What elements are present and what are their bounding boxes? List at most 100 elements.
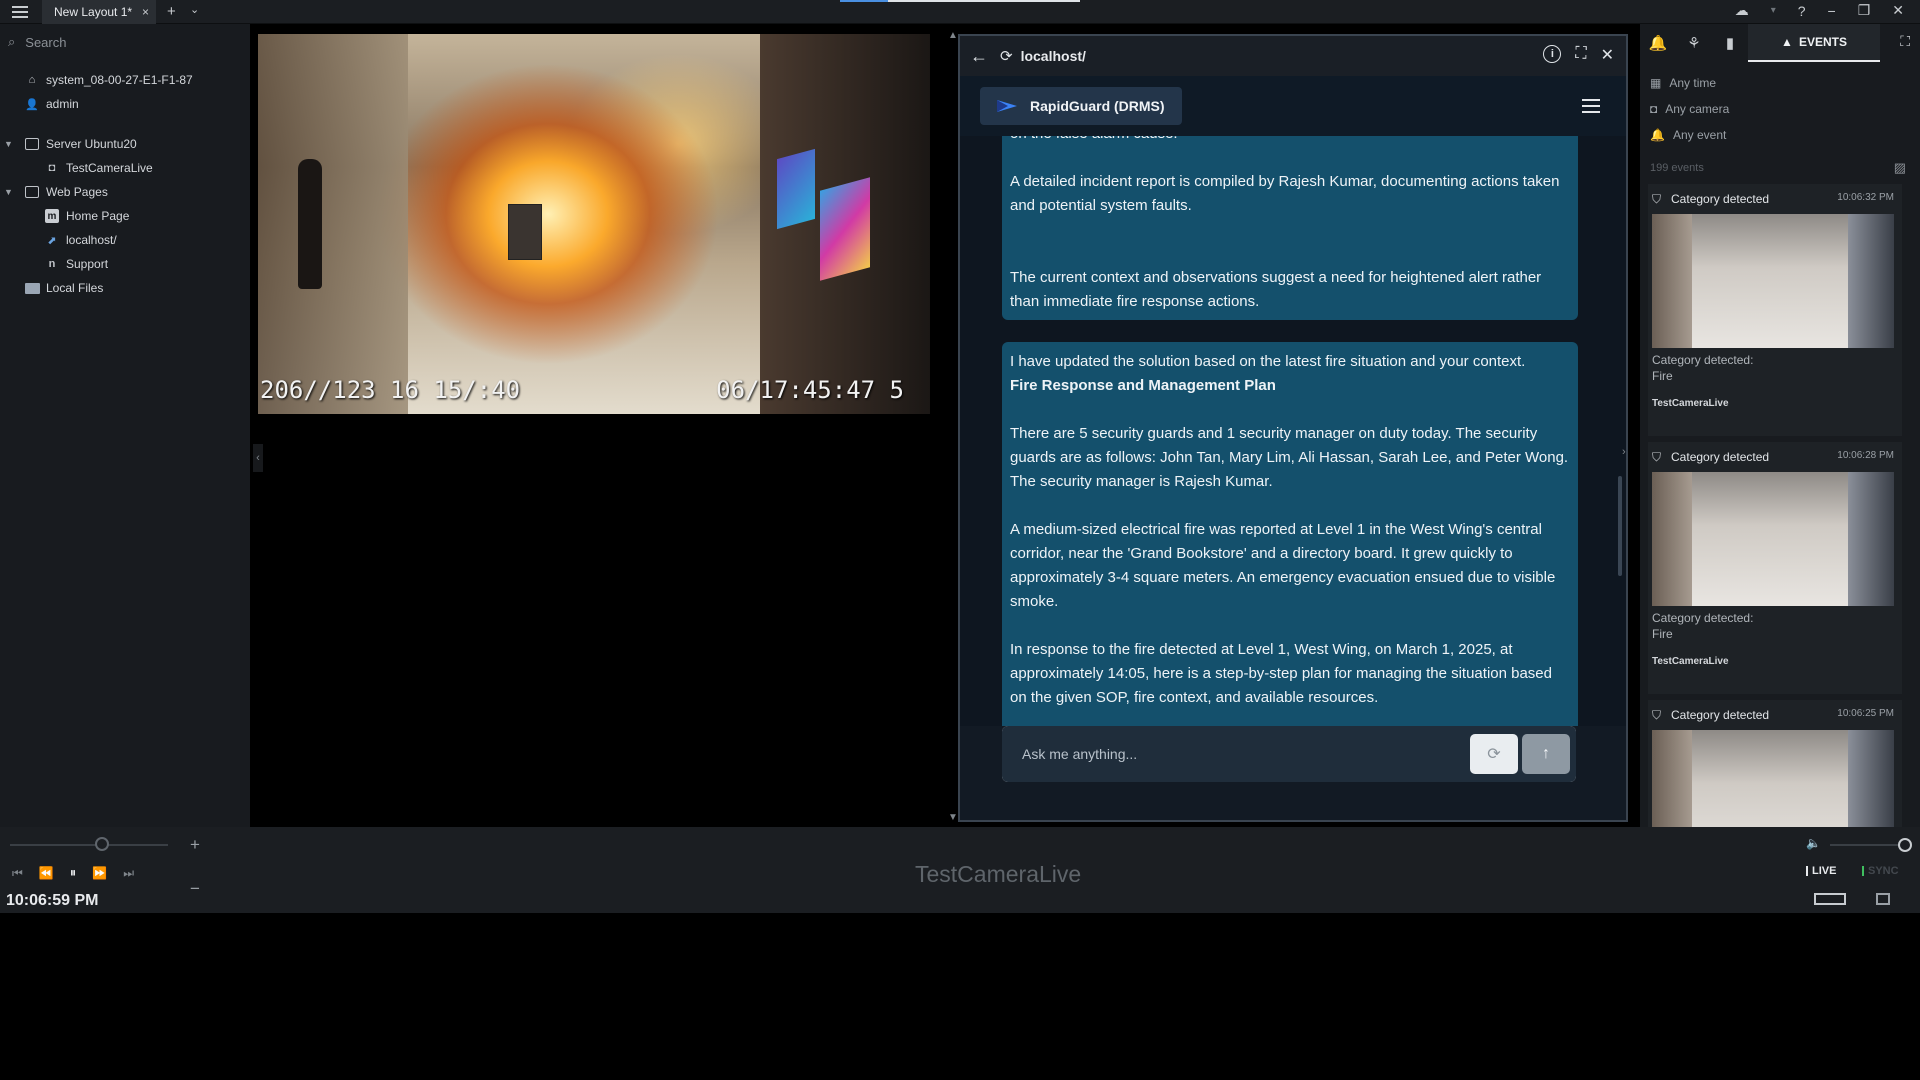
tree-item-webpages[interactable]: ▼ Web Pages — [0, 180, 250, 204]
sync-button[interactable]: SYNC — [1862, 865, 1899, 877]
url-label: localhost/ — [1020, 48, 1086, 64]
scroll-up-icon[interactable]: ▲ — [948, 30, 958, 41]
refresh-chat-button[interactable]: ⟳ — [1470, 734, 1518, 774]
event-count: 199 events — [1650, 162, 1704, 174]
minimize-icon[interactable]: − — [1828, 3, 1836, 19]
collapse-left-panel-icon[interactable]: ‹ — [253, 444, 263, 472]
rewind-icon[interactable]: ⏪ — [39, 866, 54, 880]
brand-button[interactable]: RapidGuard (DRMS) — [980, 87, 1182, 125]
cloud-chevron-icon[interactable]: ▾ — [1771, 5, 1776, 16]
volume-slider-track[interactable] — [1830, 844, 1906, 846]
filter-event[interactable]: 🔔 Any event — [1650, 122, 1729, 148]
expand-arrow-icon[interactable]: ▼ — [4, 187, 13, 197]
camera-scene-person — [298, 159, 322, 289]
send-button[interactable]: ↑ — [1522, 734, 1570, 774]
rapidguard-logo-icon — [997, 100, 1017, 112]
fast-forward-icon[interactable]: ⏩ — [92, 866, 107, 880]
zoom-out-icon[interactable]: − — [190, 879, 200, 899]
shield-icon: ⛉ — [1652, 191, 1662, 206]
m-icon: m — [44, 208, 60, 224]
filter-camera[interactable]: ◘ Any camera — [1650, 96, 1729, 122]
pause-icon[interactable]: ⏸ — [70, 865, 77, 881]
link-icon: ⬈ — [47, 234, 57, 247]
event-card[interactable]: ⛉ Category detected 10:06:25 PM — [1648, 700, 1902, 827]
window-controls: ☁ ▾ ? − ❐ ✕ — [1735, 2, 1904, 19]
chat-input[interactable] — [1006, 730, 1466, 778]
tab-layout[interactable]: New Layout 1* × — [42, 0, 156, 24]
event-time: 10:06:32 PM — [1837, 192, 1894, 203]
reload-icon[interactable]: ⟳ — [1000, 47, 1013, 65]
chat-scrollbar[interactable] — [1618, 476, 1622, 576]
search-input[interactable]: Search — [25, 35, 66, 50]
app-window: New Layout 1* × + ⌄ ☁ ▾ ? − ❐ ✕ ⌕ Search… — [0, 0, 1920, 1080]
tree-item-label: localhost/ — [66, 233, 117, 247]
playback-clock: 10:06:59 PM — [6, 892, 99, 909]
event-camera[interactable]: TestCameraLive — [1652, 656, 1729, 667]
tree-item-localhost[interactable]: ⬈ localhost/ — [0, 228, 250, 252]
scroll-down-icon[interactable]: ▼ — [948, 812, 958, 823]
event-card[interactable]: ⛉ Category detected 10:06:32 PM Category… — [1648, 184, 1902, 436]
zoom-in-icon[interactable]: + — [190, 835, 200, 855]
sync-label: SYNC — [1868, 865, 1899, 877]
main-menu-icon[interactable] — [8, 3, 32, 21]
expand-panel-icon[interactable]: ⛶ — [1900, 33, 1910, 50]
tree-item-support[interactable]: n Support — [0, 252, 250, 276]
close-tile-icon[interactable]: ✕ — [1601, 45, 1614, 65]
tab-events-label: EVENTS — [1798, 35, 1847, 49]
event-thumbnail[interactable] — [1652, 472, 1894, 606]
tree-item-admin[interactable]: 👤 admin — [0, 92, 250, 116]
tab-label: New Layout 1* — [54, 5, 133, 19]
speed-slider-knob[interactable] — [95, 837, 109, 851]
back-arrow-icon[interactable]: ← — [970, 46, 988, 67]
camera-feed-tile[interactable]: 206//123 16 15/:40 06/17:45:47 5 — [258, 34, 930, 414]
message-text: A medium-sized electrical fire was repor… — [1010, 521, 1556, 610]
tree-item-system[interactable]: ⌂ system_08-00-27-E1-F1-87 — [0, 68, 250, 92]
info-icon[interactable]: i — [1543, 45, 1562, 63]
filter-time[interactable]: ▦ Any time — [1650, 70, 1729, 96]
search-box[interactable]: ⌕ Search — [8, 34, 66, 50]
tree-item-localfiles[interactable]: Local Files — [0, 276, 250, 300]
live-button[interactable]: LIVE — [1806, 865, 1836, 877]
event-thumbnail[interactable] — [1652, 214, 1894, 348]
new-tab-icon[interactable]: + — [167, 3, 176, 20]
event-camera[interactable]: TestCameraLive — [1652, 398, 1729, 409]
volume-slider-knob[interactable] — [1898, 838, 1912, 852]
webpages-icon — [24, 184, 40, 200]
event-thumbnail[interactable] — [1652, 730, 1894, 827]
bell-icon: 🔔 — [1650, 128, 1665, 142]
tree-item-server[interactable]: ▼ Server Ubuntu20 — [0, 132, 250, 156]
help-icon[interactable]: ? — [1798, 3, 1806, 19]
image-toggle-icon[interactable]: ▨ — [1894, 160, 1906, 176]
hamburger-menu-icon[interactable] — [1582, 99, 1600, 113]
restore-icon[interactable]: ❐ — [1858, 2, 1871, 19]
layout-grid-icon[interactable] — [1814, 893, 1846, 905]
bell-notification-icon[interactable]: 🔔 — [1640, 34, 1676, 52]
tree-item-camera[interactable]: ◘ TestCameraLive — [0, 156, 250, 180]
skip-start-icon[interactable]: ⏮ — [12, 866, 23, 881]
speed-slider-track[interactable] — [10, 844, 168, 846]
close-icon[interactable]: ✕ — [1892, 2, 1904, 19]
cloud-icon[interactable]: ☁ — [1735, 2, 1749, 19]
expand-arrow-icon[interactable]: ▼ — [4, 139, 13, 149]
bookmark-icon[interactable]: ▮ — [1712, 34, 1748, 52]
event-desc-line: Fire — [1652, 369, 1673, 383]
volume-icon[interactable]: 🔈 — [1806, 836, 1821, 850]
tab-close-icon[interactable]: × — [142, 5, 149, 19]
skip-end-icon[interactable]: ⏭ — [123, 866, 134, 881]
tab-list-chevron-icon[interactable]: ⌄ — [190, 3, 199, 16]
camera-scene-display — [777, 148, 815, 230]
collapse-right-panel-icon[interactable]: › — [1622, 446, 1626, 458]
chat-messages[interactable]: on the false alarm cause. A detailed inc… — [960, 136, 1626, 726]
fullscreen-icon[interactable]: ⛶ — [1575, 45, 1586, 65]
top-bar: New Layout 1* × + ⌄ ☁ ▾ ? − ❐ ✕ — [0, 0, 1920, 24]
tab-events[interactable]: ▲ EVENTS — [1748, 24, 1880, 62]
event-card[interactable]: ⛉ Category detected 10:06:28 PM Category… — [1648, 442, 1902, 694]
motion-icon[interactable]: ⚘ — [1676, 34, 1712, 52]
tree-item-homepage[interactable]: m Home Page — [0, 204, 250, 228]
single-layout-icon[interactable] — [1876, 893, 1890, 905]
message-text: A detailed incident report is compiled b… — [1010, 173, 1560, 214]
event-title: Category detected — [1671, 450, 1770, 464]
filter-label: Any event — [1672, 128, 1727, 142]
server-icon — [24, 136, 40, 152]
message-text: on the false alarm cause. — [1010, 136, 1570, 146]
